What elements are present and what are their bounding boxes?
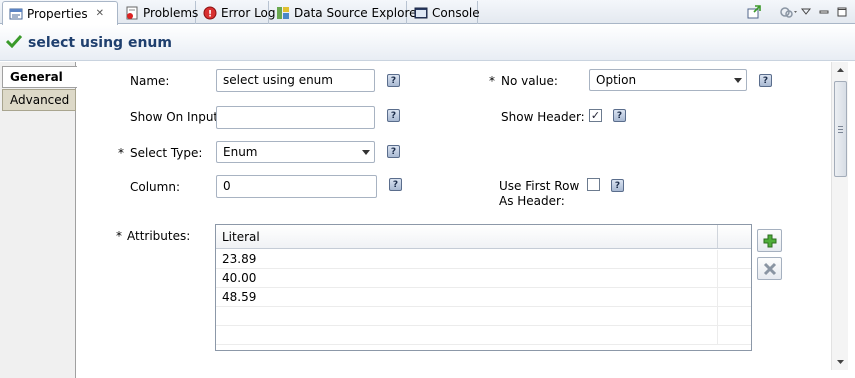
chevron-down-icon	[358, 142, 374, 162]
no-value-value: Option	[596, 73, 637, 87]
name-label: Name:	[130, 74, 170, 88]
link-with-editor-icon[interactable]	[777, 4, 799, 20]
help-icon[interactable]: ?	[387, 145, 400, 158]
help-icon[interactable]: ?	[387, 74, 400, 87]
add-row-button[interactable]	[757, 229, 782, 252]
table-cell[interactable]	[216, 326, 718, 345]
attributes-table: Literal 23.89 40.00 48.59	[215, 224, 752, 351]
tab-label: Error Log	[221, 5, 276, 20]
maximize-icon[interactable]	[834, 4, 850, 20]
select-type-dropdown[interactable]: Enum	[216, 141, 375, 163]
view-tab-bar: Properties ✕ Problems ! Error Log Data S…	[0, 0, 855, 25]
tab-label: Problems	[143, 5, 199, 20]
remove-row-button[interactable]	[757, 257, 782, 280]
no-value-label: No value:	[501, 74, 558, 88]
required-marker: *	[118, 146, 124, 160]
vertical-scrollbar[interactable]	[831, 62, 848, 370]
tab-problems[interactable]: Problems	[119, 1, 199, 24]
checkmark-icon	[5, 34, 23, 51]
problems-icon	[125, 6, 139, 20]
show-header-label: Show Header:	[501, 110, 585, 124]
scroll-up-icon[interactable]	[832, 62, 849, 78]
pin-icon[interactable]	[746, 4, 762, 20]
help-icon[interactable]: ?	[389, 178, 402, 191]
tab-data-source-explorer[interactable]: Data Source Explorer	[270, 1, 421, 24]
table-row-empty[interactable]	[216, 307, 751, 326]
help-icon[interactable]: ?	[613, 109, 626, 122]
tab-label: Console	[432, 5, 480, 20]
help-icon[interactable]: ?	[759, 74, 772, 87]
minimize-icon[interactable]	[816, 4, 832, 20]
plus-icon	[763, 234, 776, 247]
no-value-dropdown[interactable]: Option	[589, 69, 747, 91]
use-first-row-checkbox[interactable]	[587, 178, 600, 191]
use-first-row-label: Use First Row	[499, 179, 580, 193]
console-icon	[414, 6, 428, 20]
error-log-icon: !	[203, 6, 217, 20]
select-type-value: Enum	[223, 145, 258, 159]
name-field[interactable]: select using enum	[216, 69, 375, 92]
as-header-label: As Header:	[499, 194, 565, 208]
show-on-input-label: Show On Input:	[130, 110, 223, 124]
delete-icon	[763, 262, 776, 275]
table-row[interactable]: 48.59	[216, 288, 751, 307]
view-menu-icon[interactable]	[798, 4, 814, 20]
table-cell[interactable]	[216, 307, 718, 326]
close-icon[interactable]: ✕	[96, 8, 104, 19]
column-label: Column:	[130, 180, 180, 194]
table-row[interactable]: 40.00	[216, 269, 751, 288]
scroll-thumb[interactable]	[834, 81, 847, 177]
table-cell[interactable]: 48.59	[216, 288, 718, 307]
show-header-checkbox[interactable]: ✓	[589, 109, 602, 122]
tab-general[interactable]: General	[2, 66, 77, 88]
select-type-label: Select Type:	[130, 146, 203, 160]
column-field[interactable]: 0	[216, 175, 377, 198]
title-bar: select using enum	[0, 25, 855, 61]
chevron-down-icon	[730, 70, 746, 90]
scroll-down-icon[interactable]	[832, 354, 849, 370]
attributes-label: Attributes:	[127, 229, 191, 243]
table-header: Literal	[216, 225, 751, 249]
tab-label: Data Source Explorer	[294, 5, 422, 20]
show-on-input-field[interactable]	[216, 106, 375, 129]
required-marker: *	[116, 229, 122, 243]
table-cell[interactable]: 23.89	[216, 250, 718, 269]
help-icon[interactable]: ?	[387, 109, 400, 122]
tab-label: Properties	[27, 6, 88, 21]
tab-properties[interactable]: Properties ✕	[2, 1, 118, 25]
help-icon[interactable]: ?	[611, 179, 624, 192]
page-title: select using enum	[28, 34, 172, 51]
required-marker: *	[489, 74, 495, 88]
tab-console[interactable]: Console	[408, 1, 480, 24]
svg-text:!: !	[208, 9, 212, 19]
tab-advanced[interactable]: Advanced	[2, 89, 76, 111]
side-tab-panel: General Advanced	[0, 62, 77, 378]
column-header-literal[interactable]: Literal	[216, 225, 718, 248]
properties-icon	[9, 7, 23, 21]
table-row-empty[interactable]	[216, 326, 751, 345]
table-row[interactable]: 23.89	[216, 250, 751, 269]
table-cell[interactable]: 40.00	[216, 269, 718, 288]
data-source-icon	[276, 6, 290, 20]
tab-error-log[interactable]: ! Error Log	[197, 1, 276, 24]
